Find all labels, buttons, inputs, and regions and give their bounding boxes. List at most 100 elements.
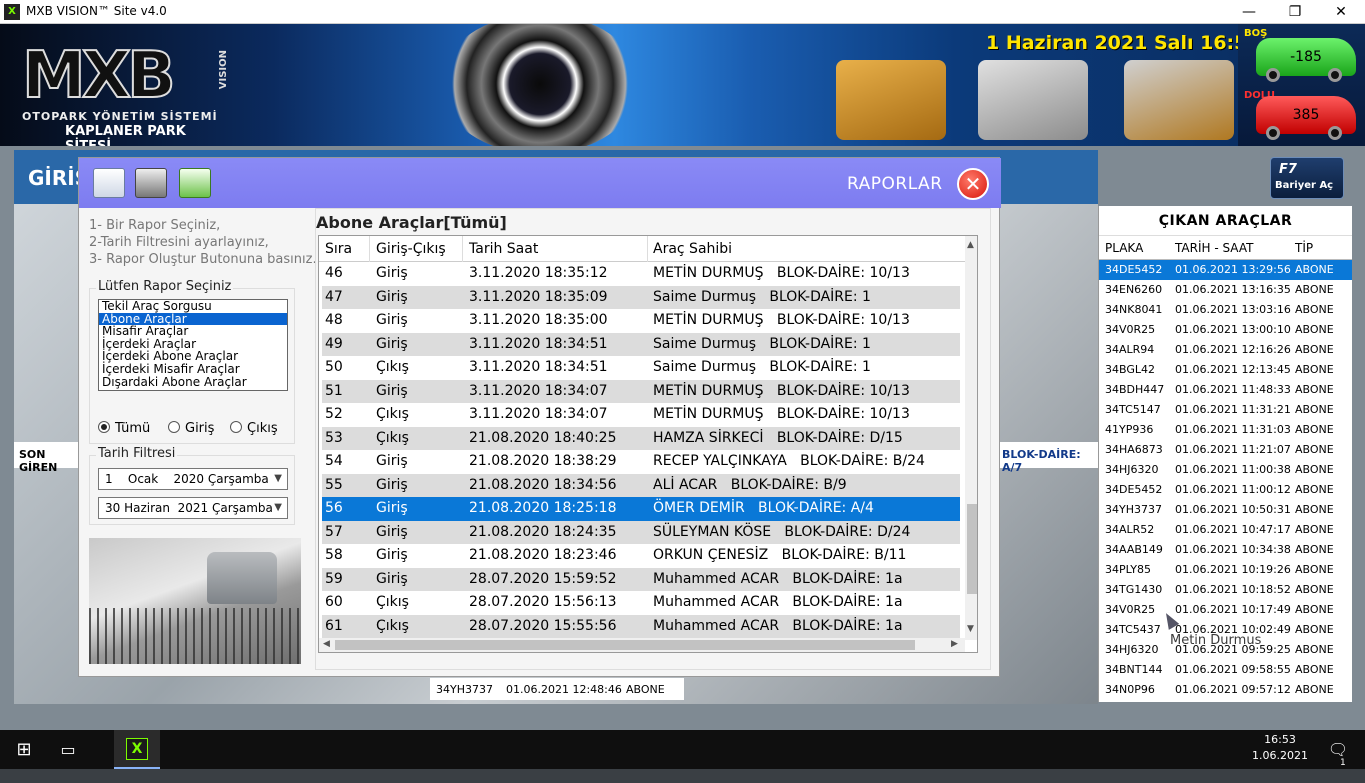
- printer-icon[interactable]: [135, 168, 167, 198]
- col-type: TİP: [1295, 241, 1314, 255]
- radio-all-indicator[interactable]: [98, 421, 110, 433]
- list-item[interactable]: 34HA6873 01.06.2021 11:21:07 ABONE: [1099, 440, 1352, 460]
- exit-plate: 34NK8041: [1105, 303, 1163, 316]
- scroll-right-icon[interactable]: ▶: [951, 639, 958, 649]
- vertical-scrollbar[interactable]: ▲ ▼: [965, 236, 977, 640]
- cell-datetime: 21.08.2020 18:34:56: [469, 476, 617, 493]
- chevron-down-icon[interactable]: ▼: [274, 502, 282, 513]
- col-owner[interactable]: Araç Sahibi: [653, 241, 732, 257]
- table-row[interactable]: 50 Çıkış 3.11.2020 18:34:51 Saime Durmuş BL…: [322, 356, 960, 380]
- horizontal-scrollbar[interactable]: ◀ ▶: [319, 638, 965, 652]
- report-option[interactable]: Tekil Araç Sorgusu: [99, 300, 287, 313]
- list-item[interactable]: 34HJ6320 01.06.2021 11:00:38 ABONE: [1099, 460, 1352, 480]
- list-item[interactable]: 41YP936 01.06.2021 11:31:03 ABONE: [1099, 420, 1352, 440]
- cell-owner: Saime Durmuş BLOK-DAİRE: 1: [653, 288, 871, 305]
- radio-in-indicator[interactable]: [168, 421, 180, 433]
- list-item[interactable]: 34BNT144 01.06.2021 09:58:55 ABONE: [1099, 660, 1352, 680]
- radio-out-indicator[interactable]: [230, 421, 242, 433]
- list-item[interactable]: 34YH3737 01.06.2021 10:50:31 ABONE: [1099, 500, 1352, 520]
- cell-no: 50: [325, 359, 343, 375]
- table-row[interactable]: 47 Giriş 3.11.2020 18:35:09 Saime Durmuş BL…: [322, 285, 960, 309]
- cell-datetime: 21.08.2020 18:24:35: [469, 523, 617, 540]
- close-button[interactable]: ✕: [1318, 0, 1364, 24]
- list-item[interactable]: 34BGL42 01.06.2021 12:13:45 ABONE: [1099, 360, 1352, 380]
- scroll-up-icon[interactable]: ▲: [967, 240, 974, 250]
- date-to-picker[interactable]: 30 Haziran 2021 Çarşamba ▼: [98, 497, 288, 519]
- exit-datetime: 01.06.2021 12:13:45: [1175, 363, 1291, 376]
- app-icon: X: [4, 4, 20, 20]
- notification-icon[interactable]: 🗨 1: [1318, 730, 1358, 769]
- table-row[interactable]: 57 Giriş 21.08.2020 18:24:35 SÜLEYMAN KÖSE …: [322, 520, 960, 544]
- exit-plate: 34EN6260: [1105, 283, 1163, 296]
- table-row[interactable]: 51 Giriş 3.11.2020 18:34:07 METİN DURMUŞ BL…: [322, 379, 960, 403]
- list-item[interactable]: 34ALR52 01.06.2021 10:47:17 ABONE: [1099, 520, 1352, 540]
- radio-in[interactable]: Giriş: [168, 421, 214, 436]
- cell-owner: RECEP YALÇINKAYA BLOK-DAİRE: B/24: [653, 453, 925, 469]
- full-car-icon: 385: [1256, 96, 1356, 140]
- table-row[interactable]: 58 Giriş 21.08.2020 18:23:46 ORKUN ÇENESİZ …: [322, 544, 960, 568]
- scroll-left-icon[interactable]: ◀: [323, 639, 330, 649]
- report-list[interactable]: Tekil Araç Sorgusu Abone Araçlar Misafir A…: [98, 299, 288, 391]
- settings-gears-icon[interactable]: [1124, 60, 1234, 140]
- table-row[interactable]: 53 Çıkış 21.08.2020 18:40:25 HAMZA SİRKECİ …: [322, 426, 960, 450]
- list-item[interactable]: 34DE5452 01.06.2021 11:00:12 ABONE: [1099, 480, 1352, 500]
- task-view-icon[interactable]: ▭: [48, 730, 88, 769]
- table-row[interactable]: 59 Giriş 28.07.2020 15:59:52 Muhammed ACAR …: [322, 567, 960, 591]
- exit-plate: 34HJ6320: [1105, 463, 1159, 476]
- table-row[interactable]: 49 Giriş 3.11.2020 18:34:51 Saime Durmuş BL…: [322, 332, 960, 356]
- report-option[interactable]: Dışardaki Abone Araçlar: [99, 375, 287, 389]
- table-row[interactable]: 54 Giriş 21.08.2020 18:38:29 RECEP YALÇINKA…: [322, 450, 960, 474]
- taskbar-app-mxb[interactable]: X: [114, 730, 160, 769]
- reports-dialog: RAPORLAR ✕ 1- Bir Rapor Seçiniz, 2-Tarih…: [78, 157, 1001, 677]
- maximize-button[interactable]: ❐: [1272, 0, 1318, 24]
- vertical-scroll-thumb[interactable]: [967, 504, 977, 594]
- dialog-close-icon[interactable]: ✕: [957, 168, 989, 200]
- col-datetime[interactable]: Tarih Saat: [469, 241, 538, 257]
- col-no[interactable]: Sıra: [325, 241, 352, 257]
- report-option[interactable]: İçerdeki Misafir Araçlar: [99, 363, 287, 376]
- table-row[interactable]: 56 Giriş 21.08.2020 18:25:18 ÖMER DEMİR BLO…: [322, 497, 960, 521]
- list-item[interactable]: 34PLY85 01.06.2021 10:19:26 ABONE: [1099, 560, 1352, 580]
- chevron-down-icon[interactable]: ▼: [274, 473, 282, 484]
- list-item[interactable]: 34DE5452 01.06.2021 13:29:56 ABONE: [1099, 260, 1352, 280]
- date-from-picker[interactable]: 1 Ocak 2020 Çarşamba ▼: [98, 468, 288, 490]
- list-item[interactable]: 34EN6260 01.06.2021 13:16:35 ABONE: [1099, 280, 1352, 300]
- list-item[interactable]: 34TC5147 01.06.2021 11:31:21 ABONE: [1099, 400, 1352, 420]
- col-direction[interactable]: Giriş-Çıkış: [376, 241, 446, 257]
- scroll-down-icon[interactable]: ▼: [967, 624, 974, 634]
- camera-lens-graphic: [440, 24, 640, 146]
- taskbar-clock[interactable]: 16:53 1.06.2021: [1250, 732, 1310, 764]
- table-row[interactable]: 61 Çıkış 28.07.2020 15:55:56 Muhammed ACAR …: [322, 614, 960, 638]
- list-item[interactable]: 34V0R25 01.06.2021 10:17:49 ABONE: [1099, 600, 1352, 620]
- table-row[interactable]: 60 Çıkış 28.07.2020 15:56:13 Muhammed ACAR …: [322, 591, 960, 615]
- folders-icon[interactable]: [836, 60, 946, 140]
- table-row[interactable]: 55 Giriş 21.08.2020 18:34:56 ALİ ACAR BLOK-…: [322, 473, 960, 497]
- exiting-header: PLAKA TARİH - SAAT TİP: [1099, 236, 1352, 260]
- table-row[interactable]: 48 Giriş 3.11.2020 18:35:00 METİN DURMUŞ BL…: [322, 309, 960, 333]
- search-folders-icon[interactable]: [978, 60, 1088, 140]
- open-barrier-button[interactable]: F7 Bariyer Aç: [1270, 157, 1344, 199]
- list-item[interactable]: 34AAB149 01.06.2021 10:34:38 ABONE: [1099, 540, 1352, 560]
- instruction-1: 1- Bir Rapor Seçiniz,: [89, 218, 221, 233]
- list-item[interactable]: 34BDH447 01.06.2021 11:48:33 ABONE: [1099, 380, 1352, 400]
- list-item[interactable]: 34ALR94 01.06.2021 12:16:26 ABONE: [1099, 340, 1352, 360]
- exit-datetime: 01.06.2021 11:48:33: [1175, 383, 1291, 396]
- list-item[interactable]: 34N0P96 01.06.2021 09:57:12 ABONE: [1099, 680, 1352, 700]
- table-row[interactable]: 52 Çıkış 3.11.2020 18:34:07 METİN DURMUŞ BL…: [322, 403, 960, 427]
- exit-datetime: 01.06.2021 10:19:26: [1175, 563, 1291, 576]
- export-icon[interactable]: [179, 168, 211, 198]
- list-item[interactable]: 34NK8041 01.06.2021 13:03:16 ABONE: [1099, 300, 1352, 320]
- minimize-button[interactable]: —: [1226, 0, 1272, 24]
- horizontal-scroll-thumb[interactable]: [335, 640, 915, 650]
- exit-type: ABONE: [1295, 523, 1334, 536]
- list-item[interactable]: 34V0R25 01.06.2021 13:00:10 ABONE: [1099, 320, 1352, 340]
- radio-all[interactable]: Tümü: [98, 421, 150, 436]
- windows-start-icon[interactable]: ⊞: [0, 730, 48, 769]
- table-row[interactable]: 46 Giriş 3.11.2020 18:35:12 METİN DURMUŞ BL…: [322, 262, 960, 286]
- table-icon[interactable]: [93, 168, 125, 198]
- cell-datetime: 3.11.2020 18:34:51: [469, 335, 608, 352]
- radio-out[interactable]: Çıkış: [230, 421, 278, 436]
- report-option[interactable]: Misafir Araçlar: [99, 325, 287, 338]
- list-item[interactable]: 34TG1430 01.06.2021 10:18:52 ABONE: [1099, 580, 1352, 600]
- cell-direction: Giriş: [376, 453, 408, 469]
